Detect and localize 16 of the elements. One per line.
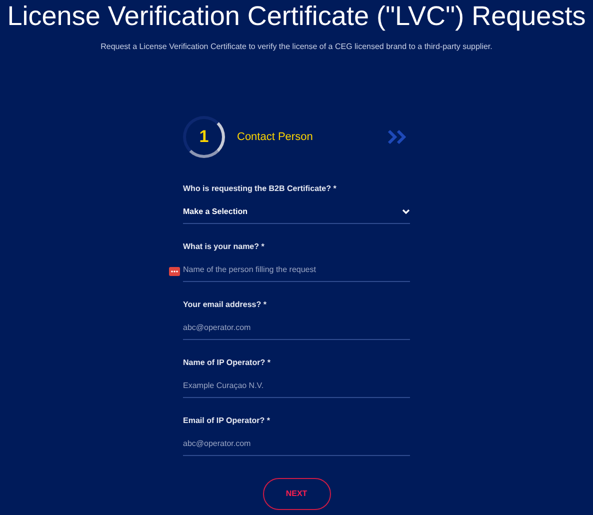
next-button[interactable]: NEXT bbox=[262, 478, 330, 510]
field-label: Your email address? * bbox=[183, 299, 268, 311]
input-field[interactable]: Example Curaçao N.V. bbox=[183, 377, 410, 398]
chevron-down-icon bbox=[402, 208, 410, 214]
field-label: Email of IP Operator? * bbox=[183, 415, 271, 427]
input-field[interactable]: abc@operator.com bbox=[183, 435, 410, 456]
selection-dropdown[interactable]: Make a Selection bbox=[183, 203, 410, 224]
field-label: Who is requesting the B2B Certificate? * bbox=[183, 183, 338, 195]
step-label: Contact Person bbox=[237, 130, 313, 145]
field-label: Name of IP Operator? * bbox=[183, 357, 272, 369]
page-title: License Verification Certificate ("LVC") Requests bbox=[7, 0, 586, 33]
input-field[interactable]: Name of the person filling the request bbox=[183, 261, 410, 282]
step-ring: 1 bbox=[183, 116, 225, 158]
page-subtitle: Request a License Verification Certificate to verify the license of a CEG licensed brand to a third-party supplier. bbox=[100, 41, 492, 53]
input-field[interactable]: abc@operator.com bbox=[183, 319, 410, 340]
field-label: What is your name? * bbox=[183, 241, 266, 253]
